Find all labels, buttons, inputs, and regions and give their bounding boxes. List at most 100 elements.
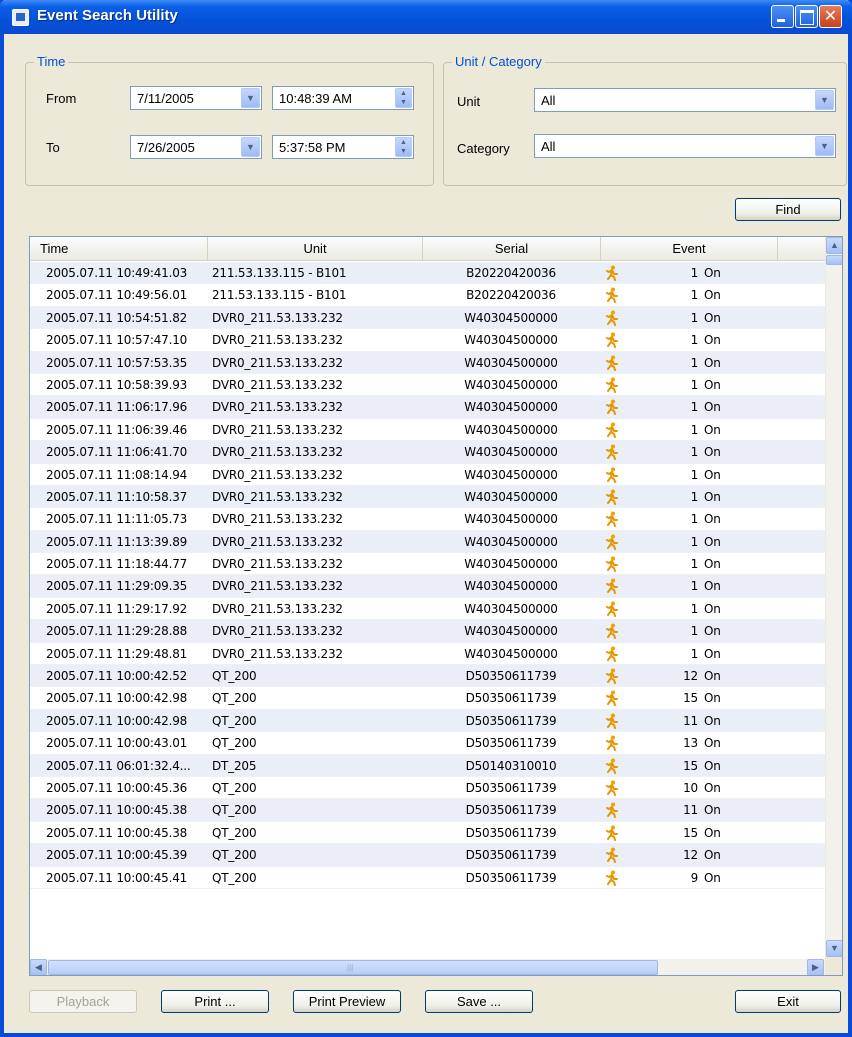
table-row[interactable]: 2005.07.11 11:29:48.81 DVR0_211.53.133.23… bbox=[30, 642, 825, 666]
spinner-icon[interactable]: ▲ ▼ bbox=[395, 137, 412, 157]
running-man-icon bbox=[606, 870, 618, 886]
from-date-picker[interactable]: 7/11/2005 ▼ bbox=[130, 86, 262, 110]
table-row[interactable]: 2005.07.11 10:00:45.38 QT_200 D50350611739… bbox=[30, 799, 825, 822]
chevron-down-icon[interactable]: ▼ bbox=[241, 137, 260, 157]
event-icon-cell bbox=[605, 419, 629, 442]
event-icon-cell bbox=[605, 867, 629, 890]
table-row[interactable]: 2005.07.11 11:29:28.88 DVR0_211.53.133.23… bbox=[30, 620, 825, 643]
scroll-thumb-vertical[interactable] bbox=[826, 255, 842, 265]
scroll-down-button[interactable]: ▼ bbox=[826, 940, 842, 957]
cell-time: 2005.07.11 11:13:39.89 bbox=[46, 534, 188, 549]
event-state: On bbox=[704, 534, 721, 549]
cell-time: 2005.07.11 11:11:05.73 bbox=[46, 512, 188, 527]
cell-event: 1 On bbox=[650, 329, 750, 351]
scroll-up-button[interactable]: ▲ bbox=[826, 237, 842, 254]
table-row[interactable]: 2005.07.11 10:54:51.82 DVR0_211.53.133.23… bbox=[30, 306, 825, 330]
vertical-scrollbar[interactable]: ▲ ▼ bbox=[825, 237, 842, 957]
running-man-icon bbox=[606, 265, 618, 281]
cell-unit: 211.53.133.115 - B101 bbox=[212, 266, 347, 280]
table-row[interactable]: 2005.07.11 11:06:39.46 DVR0_211.53.133.23… bbox=[30, 418, 825, 442]
running-man-icon bbox=[606, 310, 618, 326]
event-icon-cell bbox=[605, 374, 629, 397]
chevron-down-icon[interactable]: ▼ bbox=[815, 90, 834, 110]
save-button[interactable]: Save ... bbox=[425, 990, 533, 1013]
minimize-button[interactable] bbox=[771, 5, 794, 28]
table-row[interactable]: 2005.07.11 11:18:44.77 DVR0_211.53.133.23… bbox=[30, 553, 825, 576]
table-row[interactable]: 2005.07.11 10:00:45.39 QT_200 D50350611739… bbox=[30, 844, 825, 867]
spinner-icon[interactable]: ▲ ▼ bbox=[395, 88, 412, 108]
table-row[interactable]: 2005.07.11 10:00:45.38 QT_200 D50350611739… bbox=[30, 821, 825, 845]
table-row[interactable]: 2005.07.11 10:49:41.03 211.53.133.115 - B… bbox=[30, 262, 825, 285]
exit-button[interactable]: Exit bbox=[735, 990, 841, 1013]
cell-unit: QT_200 bbox=[212, 669, 257, 684]
chevron-down-icon[interactable]: ▼ bbox=[241, 88, 260, 108]
horizontal-scrollbar[interactable]: ◀ ▶ bbox=[30, 959, 825, 975]
scroll-right-button[interactable]: ▶ bbox=[807, 959, 824, 975]
playback-button[interactable]: Playback bbox=[29, 990, 137, 1013]
event-state: On bbox=[704, 445, 721, 460]
column-header-event[interactable]: Event bbox=[601, 237, 778, 261]
event-icon-cell bbox=[605, 575, 629, 598]
event-icon-cell bbox=[605, 553, 629, 576]
table-row[interactable]: 2005.07.11 10:00:42.52 QT_200 D50350611739… bbox=[30, 665, 825, 688]
scroll-left-button[interactable]: ◀ bbox=[30, 959, 47, 975]
table-row[interactable]: 2005.07.11 10:00:45.41 QT_200 D50350611739… bbox=[30, 866, 825, 890]
table-row[interactable]: 2005.07.11 11:13:39.89 DVR0_211.53.133.23… bbox=[30, 530, 825, 554]
table-row[interactable]: 2005.07.11 10:58:39.93 DVR0_211.53.133.23… bbox=[30, 373, 825, 397]
to-time-spinner[interactable]: 5:37:58 PM ▲ ▼ bbox=[272, 135, 414, 159]
maximize-button[interactable] bbox=[795, 5, 818, 28]
event-state: On bbox=[704, 467, 721, 482]
event-state: On bbox=[704, 691, 721, 706]
cell-event: 1 On bbox=[650, 531, 750, 553]
event-number: 1 bbox=[690, 601, 699, 616]
table-row[interactable]: 2005.07.11 06:01:32.4... DT_205 D501403100… bbox=[30, 754, 825, 777]
table-row[interactable]: 2005.07.11 10:00:42.98 QT_200 D50350611739… bbox=[30, 687, 825, 710]
cell-unit: DVR0_211.53.133.232 bbox=[212, 489, 343, 504]
table-row[interactable]: 2005.07.11 11:08:14.94 DVR0_211.53.133.23… bbox=[30, 463, 825, 486]
running-man-icon bbox=[606, 713, 618, 729]
table-row[interactable]: 2005.07.11 10:00:42.98 QT_200 D50350611739… bbox=[30, 709, 825, 733]
from-time-spinner[interactable]: 10:48:39 AM ▲ ▼ bbox=[272, 86, 414, 110]
cell-serial: D50350611739 bbox=[465, 669, 557, 684]
table-row[interactable]: 2005.07.11 11:06:17.96 DVR0_211.53.133.23… bbox=[30, 396, 825, 419]
cell-event: 13 On bbox=[650, 732, 750, 754]
cell-serial: D50350611739 bbox=[465, 803, 557, 818]
running-man-icon bbox=[606, 623, 618, 640]
event-number: 1 bbox=[690, 377, 699, 392]
table-row[interactable]: 2005.07.11 11:29:17.92 DVR0_211.53.133.23… bbox=[30, 597, 825, 621]
to-date-picker[interactable]: 7/26/2005 ▼ bbox=[130, 135, 262, 159]
cell-serial: D50350611739 bbox=[465, 870, 557, 885]
window-title: Event Search Utility bbox=[37, 7, 178, 24]
column-header-time[interactable]: Time bbox=[30, 237, 208, 261]
table-row[interactable]: 2005.07.11 11:06:41.70 DVR0_211.53.133.23… bbox=[30, 441, 825, 464]
unit-select[interactable]: All ▼ bbox=[534, 88, 836, 112]
column-header-extra[interactable] bbox=[778, 237, 825, 261]
cell-time: 2005.07.11 10:54:51.82 bbox=[46, 310, 188, 325]
cell-time: 2005.07.11 11:06:17.96 bbox=[46, 400, 188, 415]
event-results-grid[interactable]: Time Unit Serial Event 2005.07.11 10:49:… bbox=[29, 236, 843, 976]
table-row[interactable]: 2005.07.11 10:57:53.35 DVR0_211.53.133.23… bbox=[30, 351, 825, 374]
table-row[interactable]: 2005.07.11 10:00:45.36 QT_200 D50350611739… bbox=[30, 776, 825, 800]
close-button[interactable]: ✕ bbox=[819, 5, 842, 28]
table-row[interactable]: 2005.07.11 11:11:05.73 DVR0_211.53.133.23… bbox=[30, 508, 825, 531]
column-header-unit[interactable]: Unit bbox=[208, 237, 423, 261]
time-group: Time bbox=[25, 54, 434, 186]
cell-time: 2005.07.11 10:00:45.36 bbox=[46, 780, 188, 795]
table-row[interactable]: 2005.07.11 10:49:56.01 211.53.133.115 - B… bbox=[30, 284, 825, 307]
table-row[interactable]: 2005.07.11 10:00:43.01 QT_200 D50350611739… bbox=[30, 732, 825, 755]
title-bar[interactable]: Event Search Utility ✕ bbox=[0, 0, 852, 34]
find-button[interactable]: Find bbox=[735, 198, 841, 221]
chevron-down-icon[interactable]: ▼ bbox=[815, 136, 834, 156]
column-header-serial[interactable]: Serial bbox=[423, 237, 601, 261]
print-button[interactable]: Print ... bbox=[161, 990, 269, 1013]
event-number: 15 bbox=[683, 825, 698, 840]
event-number: 1 bbox=[690, 512, 699, 527]
scroll-thumb-horizontal[interactable] bbox=[48, 960, 658, 975]
cell-serial: W40304500000 bbox=[464, 646, 558, 661]
table-row[interactable]: 2005.07.11 11:29:09.35 DVR0_211.53.133.23… bbox=[30, 575, 825, 598]
table-row[interactable]: 2005.07.11 11:10:58.37 DVR0_211.53.133.23… bbox=[30, 485, 825, 509]
grid-rows: 2005.07.11 10:49:41.03 211.53.133.115 - B… bbox=[30, 262, 825, 889]
category-select[interactable]: All ▼ bbox=[534, 134, 836, 158]
print-preview-button[interactable]: Print Preview bbox=[293, 990, 401, 1013]
table-row[interactable]: 2005.07.11 10:57:47.10 DVR0_211.53.133.23… bbox=[30, 329, 825, 352]
